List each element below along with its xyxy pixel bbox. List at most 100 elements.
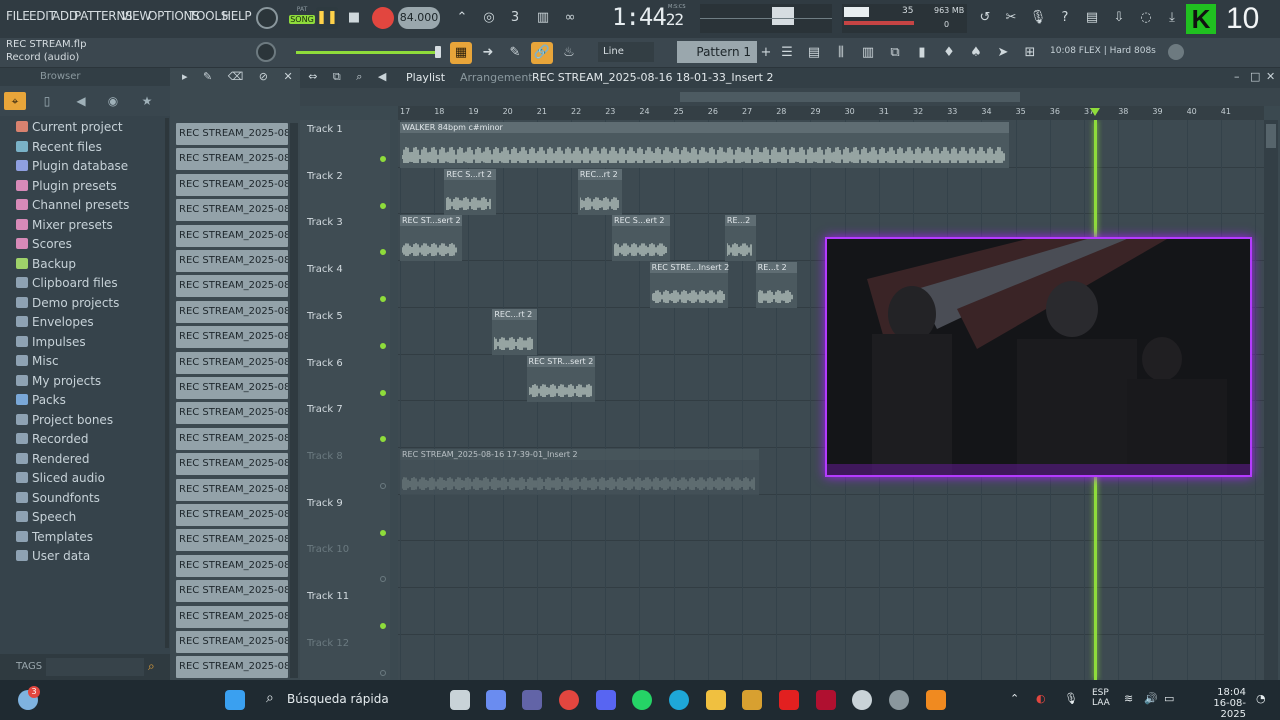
channel-button[interactable]: REC STREAM_2025-08-16... xyxy=(176,453,288,476)
channel-button[interactable]: REC STREAM_2025-08-16... xyxy=(176,554,288,577)
task-view-icon[interactable] xyxy=(450,690,470,710)
track-name[interactable]: Track 1 xyxy=(307,124,343,135)
track-mute-led[interactable] xyxy=(380,669,386,676)
browser-item[interactable]: Project bones xyxy=(16,413,113,431)
browser-tab-all-icon[interactable]: ⌖ xyxy=(4,92,26,110)
channel-button[interactable]: REC STREAM_2025-08-16... xyxy=(176,300,288,323)
channel-button[interactable]: REC STREAM_2025-08-16... xyxy=(176,377,288,399)
browser-item[interactable]: Current project xyxy=(16,120,123,138)
channel-button[interactable]: REC STREAM_2025-08-16... xyxy=(176,224,288,247)
edge-icon[interactable] xyxy=(669,690,689,710)
channel-button[interactable]: REC STREAM_2025-08-16... xyxy=(176,351,288,374)
close-icon[interactable]: ✕ xyxy=(1266,70,1275,83)
tempo-display[interactable]: 84.000 xyxy=(398,7,440,29)
mixer-icon[interactable]: ⫼ xyxy=(830,42,852,64)
channel-button[interactable]: REC STREAM_2025-08-16... xyxy=(176,326,288,349)
track-name[interactable]: Track 3 xyxy=(307,217,343,228)
chrome-icon[interactable] xyxy=(559,690,579,710)
track-mute-led[interactable] xyxy=(380,576,386,583)
channel-button[interactable]: REC STREAM_2025-08-16... xyxy=(176,605,288,628)
master-pitch-knob[interactable] xyxy=(256,42,276,62)
v-app-icon[interactable] xyxy=(816,690,836,710)
clock[interactable]: 18:04 16-08-2025 xyxy=(1190,687,1246,720)
tempo-tapper-icon[interactable]: ➤ xyxy=(992,42,1014,64)
browser-item[interactable]: Channel presets xyxy=(16,198,129,216)
track-mute-led[interactable] xyxy=(380,482,386,489)
track-mute-led[interactable] xyxy=(380,156,386,162)
browser-tab-favorites-icon[interactable]: ★ xyxy=(136,92,158,110)
track-name[interactable]: Track 5 xyxy=(307,311,343,322)
track-name[interactable]: Track 2 xyxy=(307,171,343,182)
channel-button[interactable]: REC STREAM_2025-08-16... xyxy=(176,123,288,145)
track-mute-led[interactable] xyxy=(380,249,386,256)
maximize-icon[interactable]: □ xyxy=(1250,70,1260,83)
track-name[interactable]: Track 12 xyxy=(307,638,349,649)
microphone-icon[interactable]: 🎙 xyxy=(1027,7,1049,29)
track-lane[interactable] xyxy=(398,540,1264,542)
start-icon[interactable] xyxy=(225,690,245,710)
audio-clip[interactable]: RE...2 xyxy=(724,215,756,262)
channel-button[interactable]: REC STREAM_2025-08-16... xyxy=(176,478,288,501)
export-icon[interactable]: ⇩ xyxy=(1108,7,1130,29)
mic-view-icon[interactable]: ♠ xyxy=(965,42,987,64)
browser-tab-plugins-icon[interactable]: ◉ xyxy=(102,92,124,110)
countdown-icon[interactable]: 3 xyxy=(504,7,526,29)
browser-item[interactable]: Packs xyxy=(16,393,66,411)
app-l-icon[interactable] xyxy=(742,690,762,710)
channel-scrollbar[interactable] xyxy=(290,123,298,678)
browser-item[interactable]: Demo projects xyxy=(16,296,119,314)
tray-mic-icon[interactable]: 🎙 xyxy=(1064,692,1078,705)
browser-item[interactable]: My projects xyxy=(16,374,101,392)
settings-icon[interactable] xyxy=(889,690,909,710)
whatsapp-icon[interactable] xyxy=(632,690,652,710)
browser-item[interactable]: Misc xyxy=(16,354,59,372)
pat-song-toggle[interactable]: PAT SONG xyxy=(289,6,315,30)
audio-clip[interactable]: RE...t 2 xyxy=(755,262,797,309)
browser-item[interactable]: Impulses xyxy=(16,335,86,353)
browser-item[interactable]: Sliced audio xyxy=(16,471,105,489)
obs-icon[interactable] xyxy=(852,690,872,710)
taskbar-search[interactable]: ⌕ Búsqueda rápida xyxy=(262,688,438,712)
channel-rack-icon[interactable]: ▤ xyxy=(803,42,825,64)
chat-icon[interactable]: ◌ xyxy=(1135,7,1157,29)
audio-clip[interactable]: REC...rt 2 xyxy=(492,308,537,355)
channel-button[interactable]: REC STREAM_2025-08-16... xyxy=(176,529,288,552)
battery-icon[interactable]: ▭ xyxy=(1164,692,1174,705)
language-indicator[interactable]: ESP LAA xyxy=(1092,688,1110,708)
cart-icon[interactable]: ⊞ xyxy=(1019,42,1041,64)
save-icon[interactable]: ▤ xyxy=(1081,7,1103,29)
minimize-icon[interactable]: – xyxy=(1234,70,1240,83)
track-name[interactable]: Track 6 xyxy=(307,358,343,369)
browser-item[interactable]: Recorded xyxy=(16,432,88,450)
browser-item[interactable]: Rendered xyxy=(16,452,89,470)
step-edit-icon[interactable]: ▥ xyxy=(532,7,554,29)
browser-item[interactable]: Soundfonts xyxy=(16,491,100,509)
tray-chevron-icon[interactable]: ⌃ xyxy=(1010,692,1019,705)
playhead-marker[interactable] xyxy=(1090,108,1101,116)
master-volume-slider[interactable] xyxy=(296,46,441,58)
track-mute-led[interactable] xyxy=(380,623,386,629)
vertical-scrollbar[interactable] xyxy=(1264,120,1278,680)
search-icon[interactable]: ⌕ xyxy=(148,659,164,675)
channel-button[interactable]: REC STREAM_2025-08-16... xyxy=(176,580,288,603)
track-lane[interactable] xyxy=(398,633,1264,635)
master-volume-knob[interactable] xyxy=(256,7,278,29)
channel-button[interactable]: REC STREAM_2025-08-16... xyxy=(176,173,288,196)
wait-input-icon[interactable]: ◎ xyxy=(478,7,500,29)
channel-button[interactable]: REC STREAM_2025-08-16... xyxy=(176,402,288,425)
audio-clip[interactable]: REC STR...sert 2 xyxy=(526,355,595,402)
browser-item[interactable]: Recent files xyxy=(16,140,102,158)
menu-help[interactable]: HELP xyxy=(222,9,252,23)
playlist-view-icon[interactable]: ☰ xyxy=(776,42,798,64)
audio-clip[interactable]: REC STREAM_2025-08-16 17-39-01_Insert 2 xyxy=(400,448,760,495)
track-name[interactable]: Track 7 xyxy=(307,404,343,415)
news-ticker[interactable]: 10:08 FLEX | Hard 808s xyxy=(1050,46,1156,56)
wifi-icon[interactable]: ≋ xyxy=(1124,692,1133,705)
track-name[interactable]: Track 9 xyxy=(307,498,343,509)
audio-clip[interactable]: WALKER 84bpm c#minor xyxy=(400,122,1009,168)
browser-view-icon[interactable]: ▮ xyxy=(911,42,933,64)
tags-search-input[interactable] xyxy=(46,658,144,676)
track-name[interactable]: Track 10 xyxy=(307,544,349,555)
browser-item[interactable]: User data xyxy=(16,549,90,567)
horizontal-scrollbar[interactable] xyxy=(680,92,1020,102)
